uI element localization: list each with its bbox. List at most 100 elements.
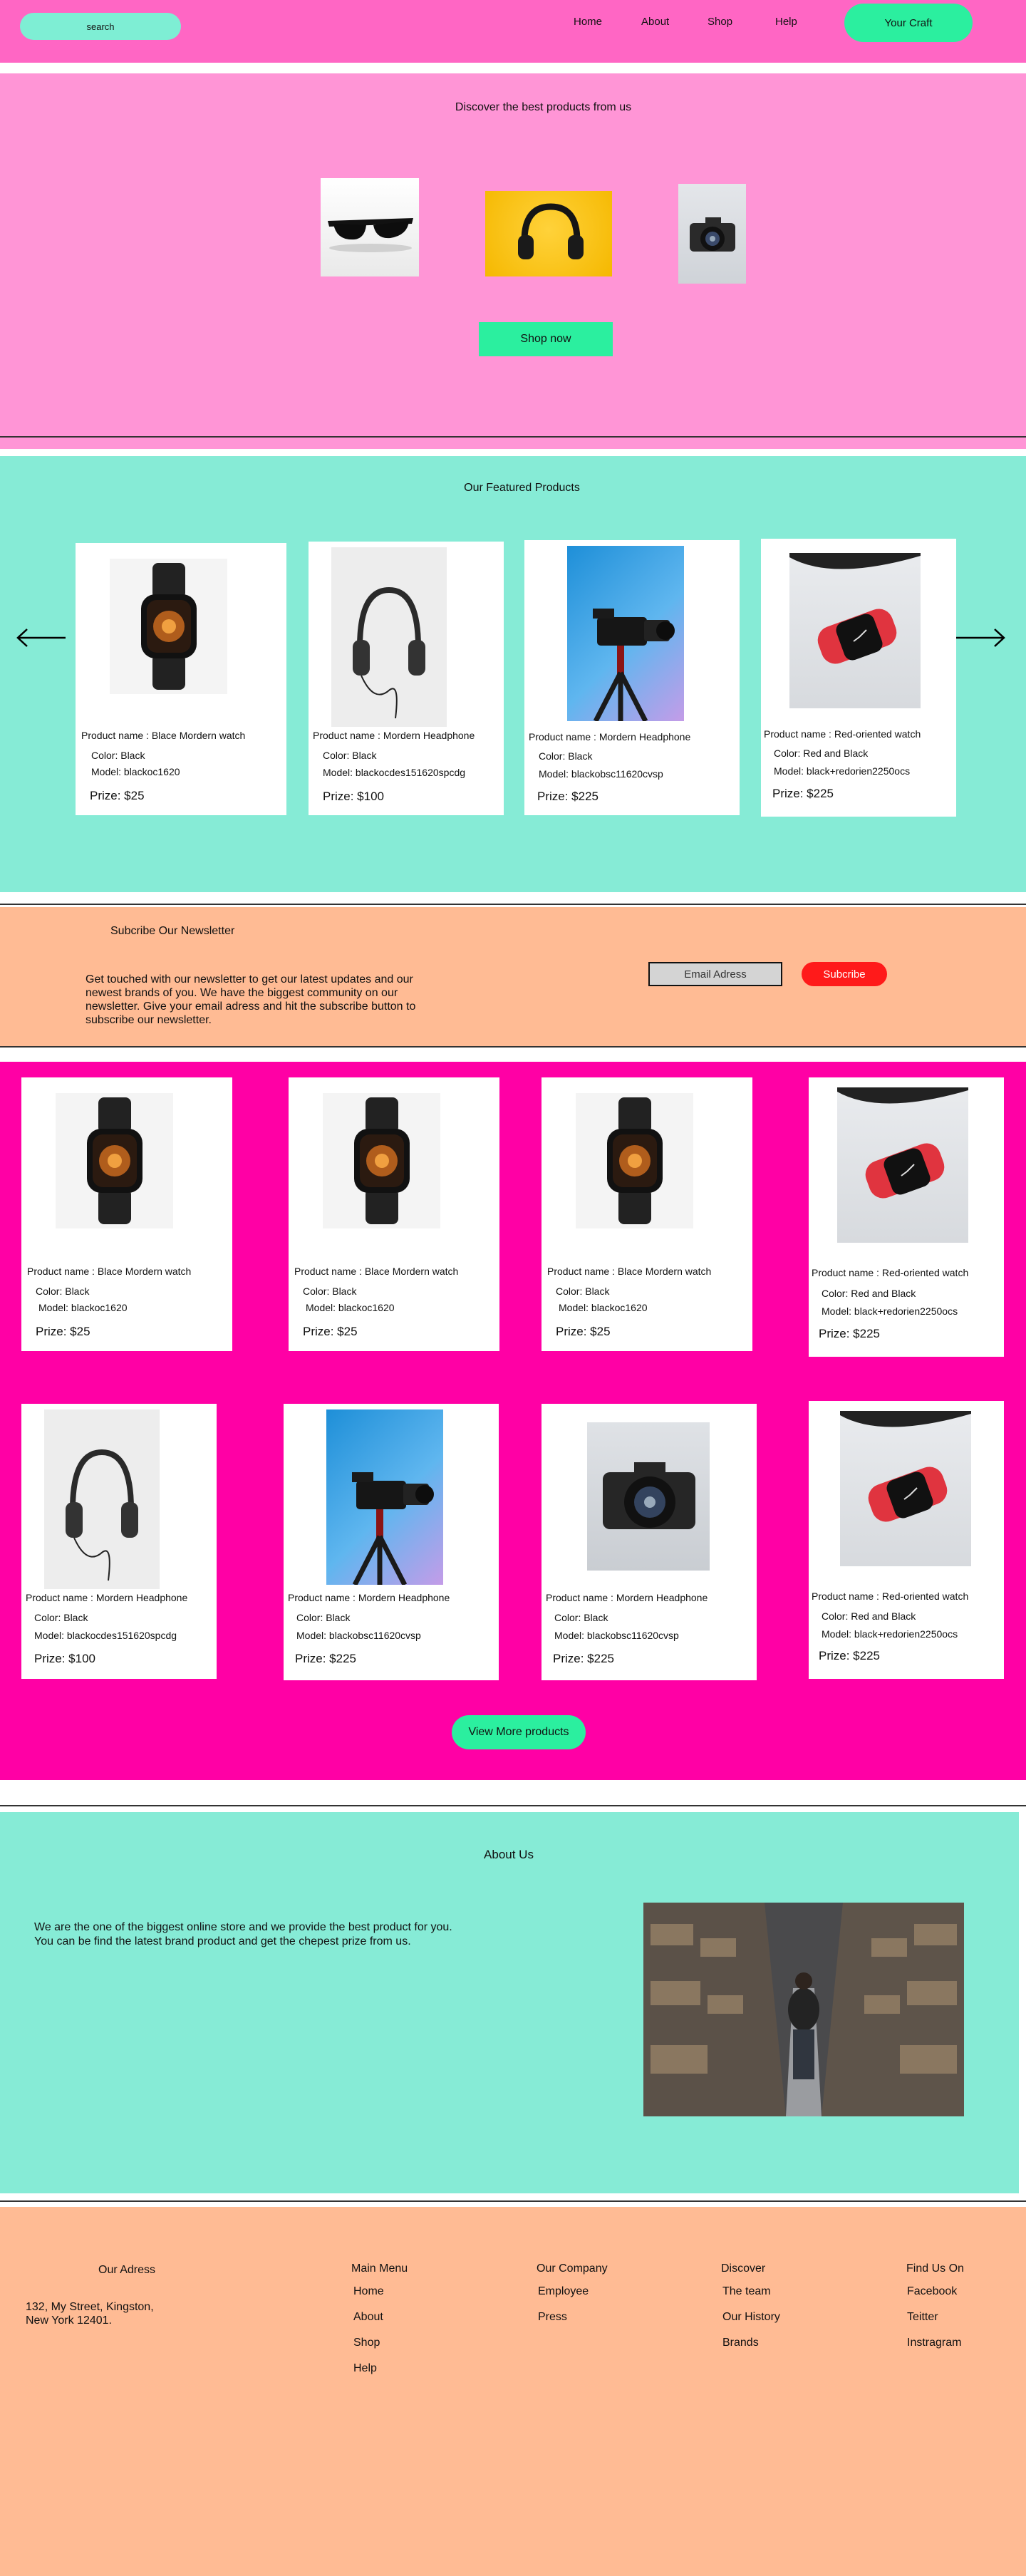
headphones-image — [485, 191, 612, 276]
subscribe-button[interactable]: Subcribe — [802, 962, 887, 986]
product-color: Color: Black — [296, 1612, 351, 1623]
red-watch-image — [840, 1411, 971, 1566]
camera-image — [587, 1422, 710, 1571]
product-card[interactable]: Product name : Mordern Headphone Color: … — [524, 540, 740, 815]
product-model: Model: blackoc1620 — [306, 1302, 395, 1313]
product-card[interactable]: Product name : Blace Mordern watch Color… — [542, 1077, 752, 1351]
product-price: Prize: $100 — [323, 790, 384, 803]
nav-about[interactable]: About — [641, 16, 669, 28]
product-model: Model: blackoc1620 — [91, 766, 180, 777]
footer-link-help[interactable]: Help — [353, 2362, 377, 2375]
product-name: Product name : Mordern Headphone — [26, 1592, 188, 1603]
product-model: Model: blackobsc11620cvsp — [539, 768, 663, 780]
product-name: Product name : Blace Mordern watch — [294, 1266, 459, 1277]
product-price: Prize: $225 — [772, 787, 834, 800]
footer-link-press[interactable]: Press — [538, 2311, 567, 2324]
divider — [0, 904, 1026, 905]
footer-link-shop[interactable]: Shop — [353, 2337, 380, 2349]
newsletter-text: Get touched with our newsletter to get o… — [86, 973, 416, 1026]
footer-link-instagram[interactable]: Instragram — [907, 2337, 961, 2349]
product-model: Model: black+redorien2250ocs — [822, 1628, 958, 1640]
footer-link-history[interactable]: Our History — [722, 2311, 780, 2324]
product-name: Product name : Blace Mordern watch — [547, 1266, 712, 1277]
product-price: Prize: $225 — [295, 1652, 356, 1665]
product-model: Model: blackobsc11620cvsp — [554, 1630, 679, 1641]
footer-link-home[interactable]: Home — [353, 2285, 384, 2298]
product-card[interactable]: Product name : Mordern Headphone Color: … — [542, 1404, 757, 1680]
video-camera-image — [567, 546, 684, 723]
divider — [0, 1046, 1026, 1048]
product-model: Model: black+redorien2250ocs — [774, 765, 911, 777]
divider — [0, 2200, 1026, 2202]
warehouse-image — [643, 1903, 964, 2116]
product-color: Color: Red and Black — [822, 1288, 916, 1299]
featured-title: Our Featured Products — [464, 482, 580, 494]
product-price: Prize: $25 — [90, 789, 145, 802]
product-name: Product name : Red-oriented watch — [812, 1267, 969, 1278]
product-card[interactable]: Product name : Red-oriented watch Color:… — [761, 539, 956, 817]
footer-col-title: Find Us On — [906, 2262, 964, 2275]
footer-link-twitter[interactable]: Teitter — [907, 2311, 938, 2324]
divider — [0, 436, 1026, 438]
headphones-image — [331, 547, 447, 727]
site-footer — [0, 2207, 1026, 2576]
footer-link-brands[interactable]: Brands — [722, 2337, 759, 2349]
red-watch-image — [789, 553, 921, 708]
about-title: About Us — [484, 1848, 534, 1861]
product-color: Color: Black — [34, 1612, 88, 1623]
product-card[interactable]: Product name : Blace Mordern watch Color… — [21, 1077, 232, 1351]
cart-button[interactable]: Your Craft — [844, 4, 973, 42]
footer-link-team[interactable]: The team — [722, 2285, 771, 2298]
footer-col-title: Main Menu — [351, 2262, 408, 2275]
black-watch-image — [56, 1093, 173, 1228]
product-model: Model: blackocdes151620spcdg — [34, 1630, 177, 1641]
headphones-image — [44, 1409, 160, 1589]
email-field[interactable] — [648, 962, 782, 986]
nav-home[interactable]: Home — [574, 16, 602, 28]
product-price: Prize: $225 — [553, 1652, 614, 1665]
view-more-button[interactable]: View More products — [452, 1715, 586, 1749]
black-watch-image — [323, 1093, 440, 1228]
about-text: We are the one of the biggest online sto… — [34, 1921, 452, 1947]
product-price: Prize: $25 — [556, 1325, 611, 1338]
product-card[interactable]: Product name : Red-oriented watch Color:… — [809, 1401, 1004, 1679]
product-color: Color: Red and Black — [822, 1610, 916, 1622]
product-card[interactable]: Product name : Mordern Headphone Color: … — [284, 1404, 499, 1680]
product-model: Model: black+redorien2250ocs — [822, 1305, 958, 1317]
product-card[interactable]: Product name : Blace Mordern watch Color… — [76, 543, 286, 815]
footer-link-facebook[interactable]: Facebook — [907, 2285, 957, 2298]
product-price: Prize: $25 — [303, 1325, 358, 1338]
product-price: Prize: $100 — [34, 1652, 95, 1665]
product-card[interactable]: Product name : Mordern Headphone Color: … — [309, 542, 504, 815]
product-card[interactable]: Product name : Mordern Headphone Color: … — [21, 1404, 217, 1679]
arrow-right-icon[interactable] — [955, 627, 1006, 648]
product-price: Prize: $225 — [819, 1327, 880, 1340]
product-color: Color: Red and Black — [774, 748, 869, 759]
black-watch-image — [110, 559, 227, 694]
product-card[interactable]: Product name : Red-oriented watch Color:… — [809, 1077, 1004, 1357]
product-card[interactable]: Product name : Blace Mordern watch Color… — [289, 1077, 499, 1351]
footer-col-title: Discover — [721, 2262, 766, 2275]
product-price: Prize: $225 — [537, 790, 598, 803]
product-name: Product name : Mordern Headphone — [529, 731, 691, 743]
newsletter-title: Subcribe Our Newsletter — [110, 925, 235, 937]
arrow-left-icon[interactable] — [16, 627, 67, 648]
product-color: Color: Black — [556, 1286, 610, 1297]
product-color: Color: Black — [554, 1612, 608, 1623]
nav-shop[interactable]: Shop — [708, 16, 732, 28]
product-color: Color: Black — [303, 1286, 357, 1297]
nav-help[interactable]: Help — [775, 16, 797, 28]
footer-address-title: Our Adress — [98, 2264, 156, 2276]
shop-now-button[interactable]: Shop now — [479, 322, 613, 356]
product-color: Color: Black — [36, 1286, 90, 1297]
footer-col-title: Our Company — [537, 2262, 608, 2275]
product-name: Product name : Red-oriented watch — [764, 728, 921, 740]
footer-link-employee[interactable]: Employee — [538, 2285, 589, 2298]
black-watch-image — [576, 1093, 693, 1228]
product-name: Product name : Blace Mordern watch — [81, 730, 246, 741]
product-color: Color: Black — [323, 750, 377, 761]
product-name: Product name : Mordern Headphone — [288, 1592, 450, 1603]
product-model: Model: blackocdes151620spcdg — [323, 767, 466, 778]
search-input[interactable] — [20, 13, 181, 40]
footer-link-about[interactable]: About — [353, 2311, 383, 2324]
